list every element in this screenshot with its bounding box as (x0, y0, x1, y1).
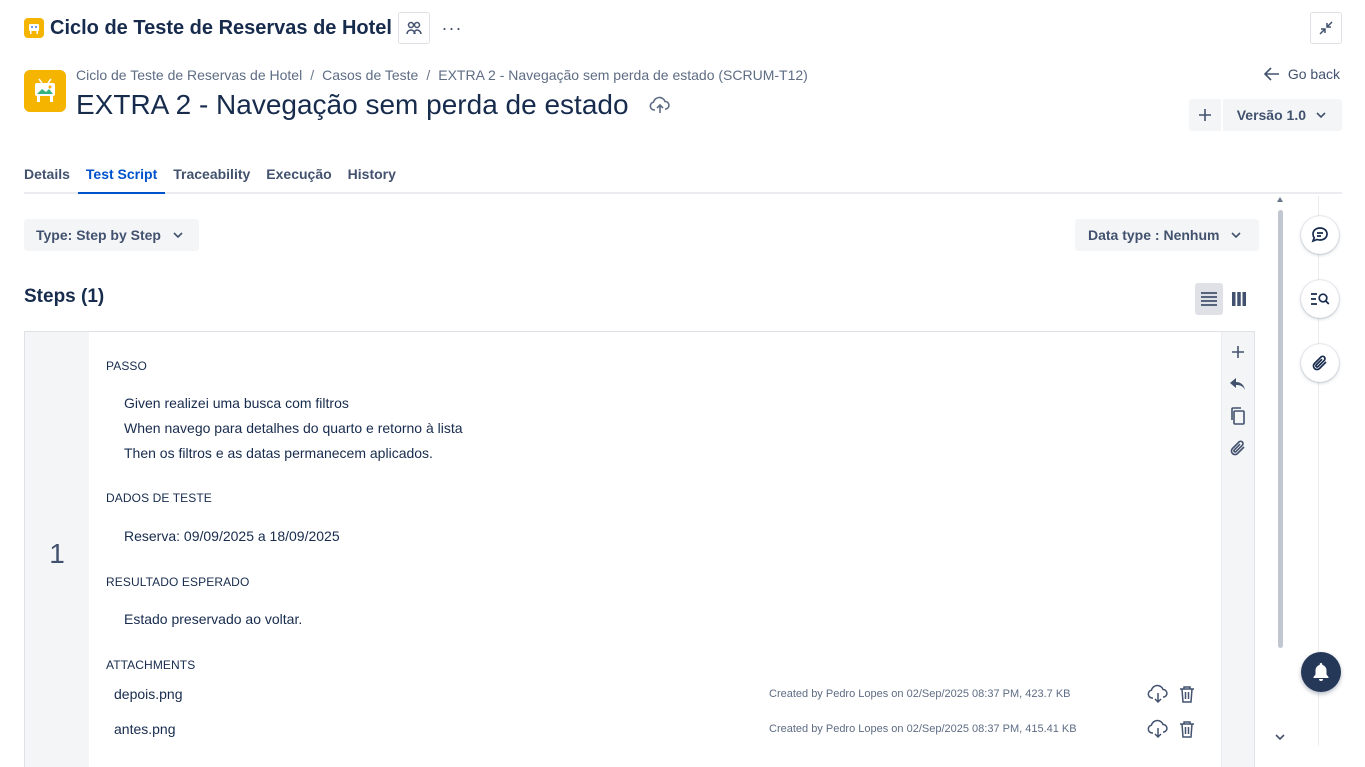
chevron-down-icon (173, 232, 183, 238)
search-list-icon (1311, 293, 1330, 305)
cloud-download-icon[interactable] (1147, 684, 1169, 704)
add-version-button[interactable] (1188, 99, 1221, 131)
arrow-left-icon (1263, 67, 1279, 81)
resultado-value[interactable]: Estado preservado ao voltar. (124, 611, 302, 627)
column-view-icon (1232, 292, 1246, 306)
app-title: Ciclo de Teste de Reservas de Hotel (50, 16, 392, 39)
step-body: PASSO Given realizei uma busca com filtr… (106, 332, 1218, 767)
tab-test-script[interactable]: Test Script (77, 158, 166, 194)
column-view-button[interactable] (1225, 283, 1253, 315)
passo-label: PASSO (106, 359, 147, 373)
script-type-select[interactable]: Type: Step by Step (24, 219, 199, 251)
data-type-label: Data type : Nenhum (1088, 227, 1220, 243)
more-actions-button[interactable]: ··· (436, 12, 468, 44)
chevron-down-icon (1231, 232, 1242, 238)
people-button[interactable] (397, 12, 430, 44)
trash-icon[interactable] (1179, 685, 1195, 703)
dados-label: DADOS DE TESTE (106, 491, 212, 505)
page-title: EXTRA 2 - Navegação sem perda de estado (76, 89, 671, 121)
case-logo (24, 70, 66, 112)
breadcrumb: Ciclo de Teste de Reservas de Hotel / Ca… (76, 67, 808, 83)
plus-icon (1198, 109, 1211, 121)
breadcrumb-separator: / (426, 67, 431, 83)
attachment-actions (1147, 719, 1195, 739)
content-scrollbar[interactable] (1273, 196, 1287, 746)
attachment-row: antes.png Created by Pedro Lopes on 02/S… (114, 717, 1218, 741)
breadcrumb-separator: / (310, 67, 315, 83)
bell-icon (1313, 663, 1329, 681)
attach-button[interactable] (1226, 436, 1250, 460)
breadcrumb-test-cases[interactable]: Casos de Teste (322, 67, 418, 83)
people-icon (406, 21, 422, 35)
tab-execucao[interactable]: Execução (266, 158, 331, 194)
step-toolbar (1221, 332, 1254, 767)
minimize-button[interactable] (1310, 12, 1342, 44)
tab-traceability[interactable]: Traceability (173, 158, 250, 194)
passo-line[interactable]: When navego para detalhes do quarto e re… (124, 420, 463, 436)
add-step-button[interactable] (1226, 340, 1250, 364)
script-type-label: Type: Step by Step (36, 227, 161, 243)
chevron-down-icon[interactable] (1274, 734, 1286, 746)
attachments-panel-button[interactable] (1301, 344, 1339, 382)
app-logo-icon (24, 18, 44, 38)
view-toggle (1195, 283, 1253, 315)
breadcrumb-current[interactable]: EXTRA 2 - Navegação sem perda de estado … (438, 67, 808, 83)
list-view-button[interactable] (1195, 283, 1223, 315)
cloud-download-icon[interactable] (1147, 719, 1169, 739)
step-number: 1 (25, 332, 89, 767)
go-back-link[interactable]: Go back (1263, 66, 1340, 82)
notifications-button[interactable] (1301, 652, 1341, 692)
paperclip-icon (1312, 355, 1327, 371)
version-controls: Versão 1.0 (1188, 99, 1342, 131)
search-details-button[interactable] (1301, 280, 1339, 318)
attachment-meta: Created by Pedro Lopes on 02/Sep/2025 08… (769, 723, 1077, 735)
version-select[interactable]: Versão 1.0 (1222, 99, 1342, 131)
go-back-label: Go back (1287, 66, 1340, 82)
more-icon: ··· (441, 17, 463, 38)
step-number-value: 1 (49, 537, 65, 569)
tab-bar: Details Test Script Traceability Execuçã… (24, 158, 1342, 194)
step-card: 1 PASSO Given realizei uma busca com fil… (24, 331, 1255, 767)
passo-line[interactable]: Given realizei uma busca com filtros (124, 395, 349, 411)
plus-icon (1232, 346, 1244, 358)
version-label: Versão 1.0 (1236, 107, 1306, 123)
list-view-icon (1201, 292, 1217, 306)
copy-icon (1231, 407, 1245, 425)
tab-history[interactable]: History (348, 158, 396, 194)
attachment-row: depois.png Created by Pedro Lopes on 02/… (114, 682, 1218, 706)
chevron-down-icon (1316, 112, 1326, 118)
attachment-name[interactable]: depois.png (114, 686, 769, 702)
scroll-up-icon[interactable] (1276, 196, 1284, 206)
attachment-meta: Created by Pedro Lopes on 02/Sep/2025 08… (769, 688, 1071, 700)
trash-icon[interactable] (1179, 720, 1195, 738)
paperclip-icon (1230, 440, 1245, 456)
attachment-name[interactable]: antes.png (114, 721, 769, 737)
copy-step-button[interactable] (1226, 404, 1250, 428)
data-type-select[interactable]: Data type : Nenhum (1075, 219, 1260, 251)
scroll-thumb[interactable] (1278, 210, 1283, 648)
undo-button[interactable] (1226, 372, 1250, 396)
attachment-actions (1147, 684, 1195, 704)
undo-icon (1230, 378, 1245, 390)
minimize-icon (1319, 21, 1333, 35)
dados-value[interactable]: Reserva: 09/09/2025 a 18/09/2025 (124, 528, 340, 544)
comments-button[interactable] (1301, 216, 1339, 254)
tab-details[interactable]: Details (24, 158, 70, 194)
attachments-label: ATTACHMENTS (106, 658, 196, 672)
resultado-label: RESULTADO ESPERADO (106, 575, 250, 589)
app-header: Ciclo de Teste de Reservas de Hotel ··· (24, 12, 468, 44)
breadcrumb-cycle[interactable]: Ciclo de Teste de Reservas de Hotel (76, 67, 302, 83)
page-title-text: EXTRA 2 - Navegação sem perda de estado (76, 89, 629, 120)
passo-line[interactable]: Then os filtros e as datas permanecem ap… (124, 445, 433, 461)
steps-heading: Steps (1) (24, 286, 105, 307)
comment-icon (1311, 227, 1328, 243)
cloud-upload-icon[interactable] (649, 95, 671, 115)
